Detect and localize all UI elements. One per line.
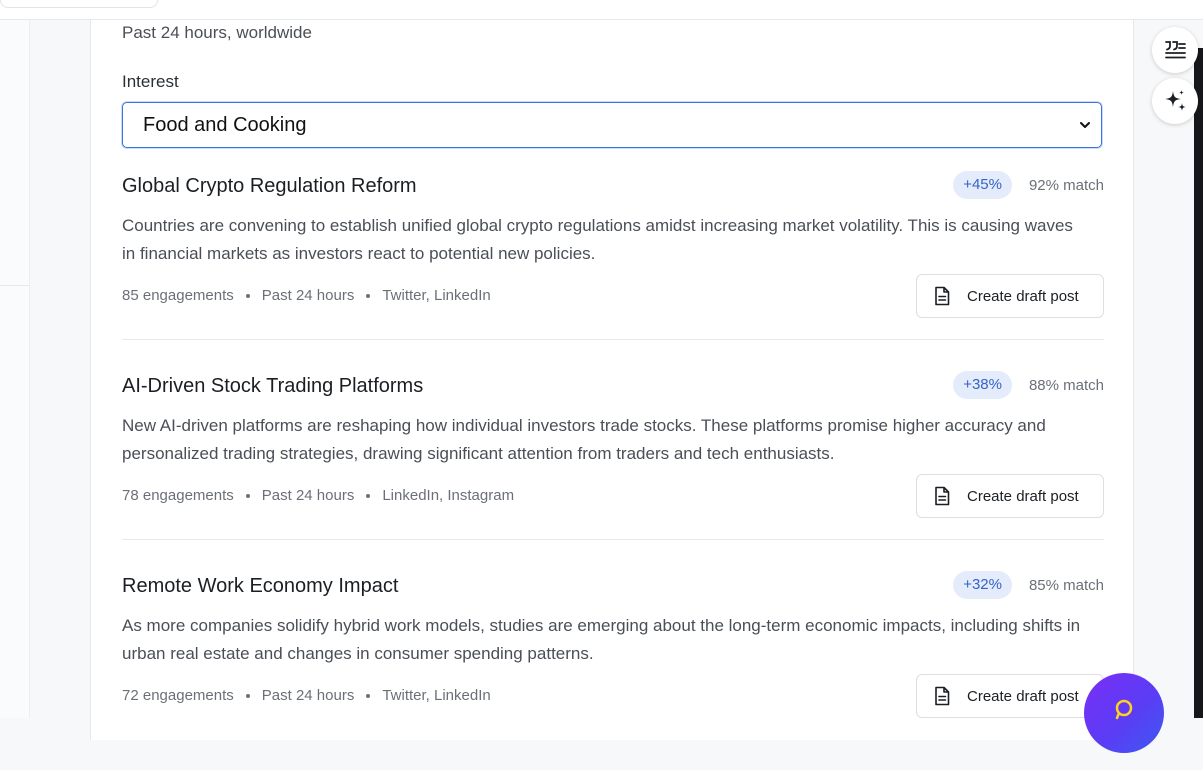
trend-platforms: Twitter, LinkedIn: [382, 287, 491, 304]
quote-lines-icon: [1165, 41, 1186, 59]
chat-launcher-button[interactable]: [1084, 673, 1164, 753]
match-score: 85% match: [1028, 577, 1104, 594]
engagement-count: 72 engagements: [122, 687, 234, 704]
trend-timeframe: Past 24 hours: [261, 687, 355, 704]
document-icon: [935, 286, 950, 306]
top-bar: [0, 0, 1203, 20]
interest-select-value: Food and Cooking: [143, 113, 307, 136]
chevron-down-icon: [1080, 122, 1090, 128]
document-icon: [935, 486, 950, 506]
trend-meta: 78 engagements Past 24 hours LinkedIn, I…: [122, 487, 514, 504]
separator-dot: [366, 493, 371, 498]
trend-description: New AI-driven platforms are reshaping ho…: [122, 416, 1046, 463]
ai-assist-button[interactable]: [1152, 78, 1198, 124]
trend-divider: [122, 539, 1104, 540]
trend-item: AI-Driven Stock Trading Platforms +38% 8…: [122, 370, 1104, 570]
engagement-count: 78 engagements: [122, 487, 234, 504]
trend-timeframe: Past 24 hours: [261, 287, 355, 304]
trend-divider: [122, 339, 1104, 340]
trend-item: Remote Work Economy Impact +32% 85% matc…: [122, 570, 1104, 770]
separator-dot: [245, 293, 250, 298]
separator-dot: [245, 693, 250, 698]
create-draft-post-label: Create draft post: [967, 287, 1079, 305]
trend-meta: 85 engagements Past 24 hours Twitter, Li…: [122, 287, 491, 304]
separator-dot: [366, 293, 371, 298]
create-draft-post-label: Create draft post: [967, 487, 1079, 505]
trend-title: AI-Driven Stock Trading Platforms: [122, 375, 424, 397]
growth-badge: +32%: [953, 571, 1012, 599]
sidebar-divider: [0, 285, 29, 286]
left-sidebar: [0, 20, 30, 718]
match-score: 92% match: [1028, 177, 1104, 194]
trend-title: Remote Work Economy Impact: [122, 575, 399, 597]
trend-meta: 72 engagements Past 24 hours Twitter, Li…: [122, 687, 491, 704]
match-score: 88% match: [1028, 377, 1104, 394]
panel-subtitle: Past 24 hours, worldwide: [122, 23, 312, 42]
engagement-count: 85 engagements: [122, 287, 234, 304]
separator-dot: [366, 693, 371, 698]
create-draft-post-label: Create draft post: [967, 687, 1079, 705]
trend-platforms: LinkedIn, Instagram: [382, 487, 515, 504]
trending-topics-panel: Past 24 hours, worldwide Interest Food a…: [90, 20, 1134, 740]
create-draft-post-button[interactable]: Create draft post: [916, 474, 1104, 518]
trend-item: Global Crypto Regulation Reform +45% 92%…: [122, 170, 1104, 370]
interest-label: Interest: [122, 72, 179, 91]
top-search-pill[interactable]: [0, 0, 158, 8]
create-draft-post-button[interactable]: Create draft post: [916, 274, 1104, 318]
create-draft-post-button[interactable]: Create draft post: [916, 674, 1104, 718]
growth-badge: +38%: [953, 371, 1012, 399]
quote-lines-button[interactable]: [1152, 27, 1198, 73]
separator-dot: [245, 493, 250, 498]
trend-description: Countries are convening to establish uni…: [122, 216, 1073, 263]
right-edge-panel: [1194, 48, 1203, 718]
document-icon: [935, 686, 950, 706]
trend-timeframe: Past 24 hours: [261, 487, 355, 504]
trend-title: Global Crypto Regulation Reform: [122, 175, 417, 197]
growth-badge: +45%: [953, 171, 1012, 199]
interest-select[interactable]: Food and Cooking: [122, 102, 1102, 148]
trend-description: As more companies solidify hybrid work m…: [122, 616, 1081, 663]
chat-icon: [1115, 699, 1133, 720]
sparkle-icon: [1165, 90, 1186, 111]
trend-platforms: Twitter, LinkedIn: [382, 687, 491, 704]
